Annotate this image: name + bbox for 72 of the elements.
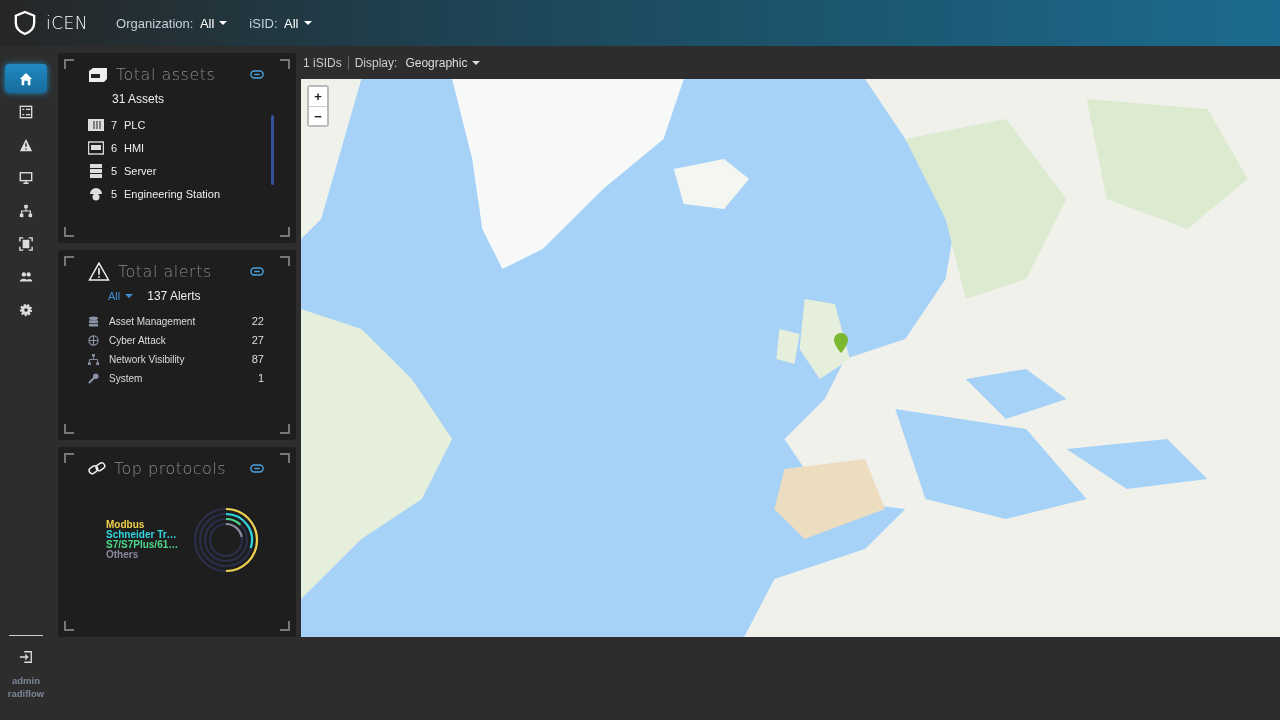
alert-icon [19, 137, 33, 152]
server-icon [88, 164, 104, 178]
alert-count: 22 [251, 315, 264, 327]
protocol-legend-label: Others [106, 550, 140, 560]
corner-bracket [280, 621, 290, 631]
settings-icon [19, 302, 33, 317]
asset-count: 7 [111, 119, 117, 131]
organization-name: radiflow [7, 687, 45, 700]
corner-bracket [280, 256, 290, 266]
asset-total: 31 Assets [112, 92, 166, 106]
isid-count: 1 iSIDs [303, 55, 342, 70]
corner-bracket [280, 227, 290, 237]
filter-dropdown[interactable]: iSID: All [249, 15, 312, 31]
wrench-icon [88, 372, 99, 384]
home-icon [19, 71, 33, 86]
warning-icon [88, 262, 110, 281]
display-dropdown[interactable]: Geographic [403, 55, 481, 70]
alert-category: Cyber Attack [109, 334, 167, 346]
database-icon [88, 315, 99, 327]
asset-type: PLC [124, 119, 146, 131]
display-label: Display: [354, 55, 398, 70]
alert-count: 27 [251, 334, 264, 346]
list-icon [19, 104, 33, 119]
cube-icon [88, 66, 108, 83]
panel-title: Total alerts [118, 262, 213, 281]
network-icon [88, 353, 99, 365]
corner-bracket [64, 621, 74, 631]
protocol-legend-label: Modbus [106, 520, 146, 530]
panel-icon [88, 141, 104, 155]
crosshair-icon [88, 334, 99, 346]
network-icon [19, 203, 33, 218]
corner-bracket [280, 424, 290, 434]
alert-count: 87 [251, 353, 264, 365]
alert-category: Asset Management [109, 315, 197, 327]
logout-icon [19, 650, 33, 664]
asset-type: HMI [124, 142, 145, 154]
alert-category: Network Visibility [109, 353, 186, 365]
alert-filter-dropdown[interactable]: All [108, 290, 134, 302]
protocol-legend-label: Schneider Tr… [106, 530, 178, 540]
corner-bracket [64, 227, 74, 237]
protocol-legend-label: S7/S7Plus/61… [106, 540, 180, 550]
logout-button[interactable] [17, 648, 35, 666]
rack-icon [88, 118, 104, 132]
shield-icon [14, 10, 36, 36]
alert-category: System [109, 372, 144, 384]
panel-title: Top protocols [114, 459, 228, 478]
link-icon[interactable] [250, 464, 264, 473]
users-icon [19, 269, 33, 284]
asset-type: Server [124, 165, 157, 177]
corner-bracket [280, 59, 290, 69]
nav-button[interactable] [5, 64, 47, 93]
asset-type: Engineering Station [124, 188, 220, 200]
asset-count: 6 [111, 142, 117, 154]
asset-count: 5 [111, 165, 117, 177]
panel-title: Total assets [116, 65, 217, 84]
user-name: admin [12, 674, 40, 687]
corner-bracket [64, 424, 74, 434]
asset-count: 5 [111, 188, 117, 200]
filter-dropdown[interactable]: Organization: All [116, 15, 228, 31]
link-icon[interactable] [250, 267, 264, 276]
zoom-out-button[interactable]: − [309, 106, 327, 125]
monitor-icon [19, 170, 33, 185]
corner-bracket [64, 453, 74, 463]
corner-bracket [64, 256, 74, 266]
alert-count: 1 [257, 372, 264, 384]
corner-bracket [280, 453, 290, 463]
link-icon[interactable] [250, 70, 264, 79]
app-name: iCEN [46, 13, 89, 33]
hard-hat-icon [88, 187, 104, 201]
alert-total: 137 Alerts [147, 289, 201, 303]
scan-icon [19, 236, 33, 251]
corner-bracket [64, 59, 74, 69]
